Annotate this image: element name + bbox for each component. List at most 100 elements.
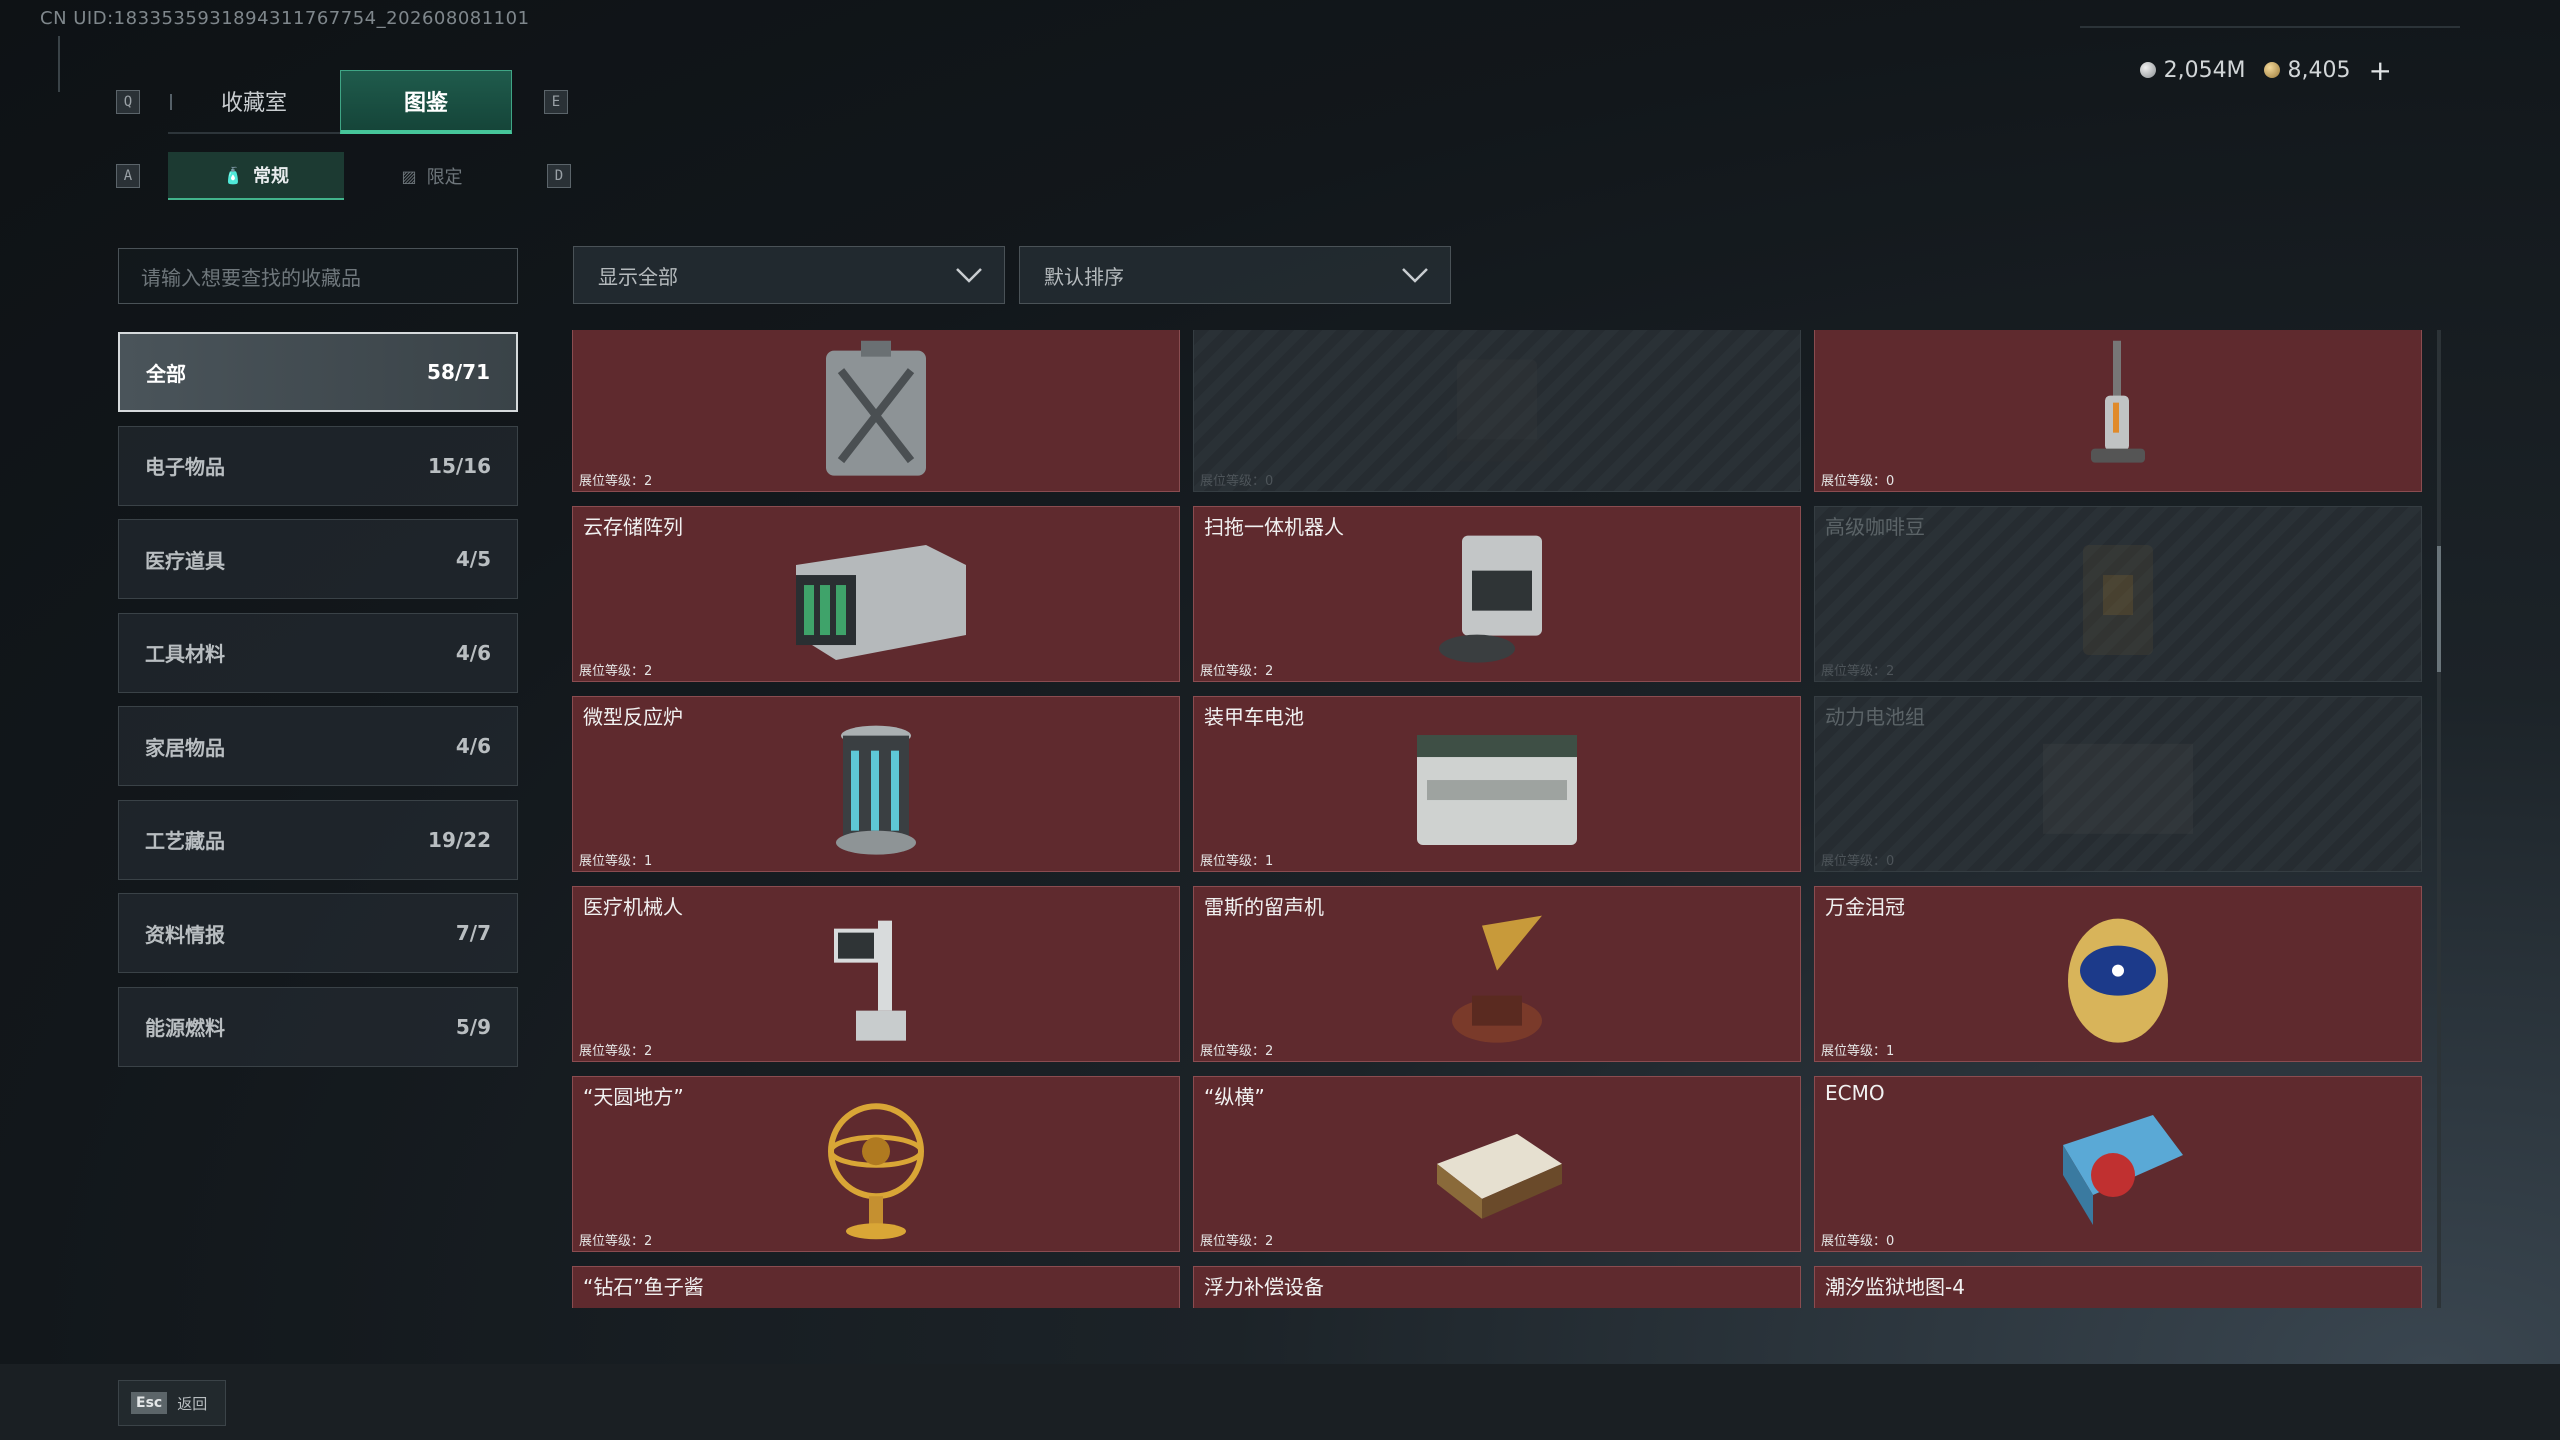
q-key-hint[interactable]: Q: [116, 90, 140, 114]
item-name: “钻石”鱼子酱: [583, 1275, 704, 1299]
ecmo-icon: [2043, 1105, 2193, 1239]
item-card[interactable]: 展位等级：2: [572, 330, 1180, 492]
a-key-hint[interactable]: A: [116, 164, 140, 188]
subtab-regular[interactable]: 🧴 常规: [168, 152, 344, 200]
item-display-level: 展位等级：0: [1821, 474, 1895, 489]
item-card[interactable]: ECMO 展位等级：0: [1814, 1076, 2422, 1252]
item-card[interactable]: 微型反应炉 展位等级：1: [572, 696, 1180, 872]
category-label: 医疗道具: [145, 548, 225, 573]
add-currency-button[interactable]: +: [2369, 54, 2392, 87]
scrollbar[interactable]: [2437, 330, 2441, 1308]
category-label: 资料情报: [145, 922, 225, 947]
item-card[interactable]: 云存储阵列展位等级：2: [572, 506, 1180, 682]
item-card[interactable]: 展位等级：0: [1814, 330, 2422, 492]
item-card[interactable]: 潮汐监狱地图-4: [1814, 1266, 2422, 1308]
chessboard-icon: [1427, 1114, 1567, 1228]
item-display-level: 展位等级：2: [1821, 664, 1895, 679]
item-display-level: 展位等级：2: [579, 1234, 653, 1249]
search-input[interactable]: 请输入想要查找的收藏品: [118, 248, 518, 304]
item-display-level: 展位等级：1: [579, 854, 653, 869]
category-crafts[interactable]: 工艺藏品 19/22: [118, 799, 518, 880]
category-label: 电子物品: [145, 455, 225, 479]
chevron-down-icon: [956, 268, 982, 283]
item-name: 万金泪冠: [1825, 895, 1905, 919]
item-display-level: 展位等级：2: [579, 474, 653, 489]
item-card[interactable]: 高级咖啡豆展位等级：2: [1814, 506, 2422, 682]
currency-bar: 2,054M 8,405 +: [2080, 52, 2460, 88]
gold-currency: 8,405: [2263, 58, 2351, 83]
item-display-level: 展位等级：0: [1200, 474, 1274, 489]
category-count: 4/5: [455, 547, 491, 571]
back-label: 返回: [177, 1394, 208, 1413]
item-name: 高级咖啡豆: [1825, 515, 1925, 539]
category-count: 7/7: [455, 921, 491, 945]
item-name: 云存储阵列: [583, 515, 683, 539]
item-card[interactable]: “纵横” 展位等级：2: [1193, 1076, 1801, 1252]
item-display-level: 展位等级：2: [579, 664, 653, 679]
category-household[interactable]: 家居物品 4/6: [118, 706, 518, 786]
item-name: 浮力补偿设备: [1204, 1275, 1324, 1299]
scrollbar-thumb[interactable]: [2437, 546, 2441, 672]
d-key-hint[interactable]: D: [547, 164, 571, 188]
item-display-level: 展位等级：2: [1200, 1044, 1274, 1059]
item-name: 动力电池组: [1825, 705, 1925, 729]
category-label: 全部: [146, 361, 186, 386]
category-count: 5/9: [455, 1014, 491, 1039]
battery-icon: [1407, 725, 1587, 859]
category-energy[interactable]: 能源燃料 5/9: [118, 986, 518, 1067]
tab-catalog[interactable]: 图鉴: [340, 70, 512, 134]
subtab-regular-label: 常规: [252, 166, 289, 187]
reactor-icon: [821, 721, 931, 865]
category-all[interactable]: 全部 58/71: [118, 332, 518, 412]
jeweled-egg-icon: [2058, 911, 2178, 1055]
sort-dropdown[interactable]: 默认排序: [1019, 246, 1451, 304]
item-name: “纵横”: [1204, 1085, 1265, 1109]
floor-washer-icon: [2083, 340, 2153, 485]
item-card[interactable]: 扫拖一体机器人 展位等级：2: [1193, 506, 1801, 682]
item-name: 医疗机械人: [583, 895, 683, 919]
item-card[interactable]: 动力电池组 展位等级：0: [1814, 696, 2422, 872]
category-count: 19/22: [428, 827, 491, 852]
item-display-level: 展位等级：2: [1200, 664, 1274, 679]
uid-label: CN UID:1833535931894311767754_2026080811…: [40, 8, 530, 29]
item-card[interactable]: 万金泪冠展位等级：1: [1814, 886, 2422, 1062]
category-electronics[interactable]: 电子物品 15/16: [118, 425, 518, 506]
item-card[interactable]: 装甲车电池展位等级：1: [1193, 696, 1801, 872]
tab-collection-room[interactable]: 收藏室: [168, 70, 340, 134]
e-key-hint[interactable]: E: [544, 90, 568, 114]
item-card[interactable]: 展位等级：0: [1193, 330, 1801, 492]
category-list: 全部 58/71 电子物品 15/16 医疗道具 4/5 工具材料 4/6 家居物品 4/…: [118, 332, 518, 1080]
back-button[interactable]: Esc 返回: [118, 1380, 226, 1426]
category-tools[interactable]: 工具材料 4/6: [118, 612, 518, 693]
item-card[interactable]: “天圆地方” 展位等级：2: [572, 1076, 1180, 1252]
filter-dropdown[interactable]: 显示全部: [573, 246, 1005, 304]
subtab-limited[interactable]: ▨ 限定: [344, 152, 520, 200]
armillary-sphere-icon: [821, 1096, 931, 1250]
medical-robot-icon: [826, 911, 926, 1055]
machine-icon: [1437, 349, 1557, 473]
item-display-level: 展位等级：1: [1821, 1044, 1895, 1059]
image-icon: ▨: [401, 166, 417, 186]
top-divider: [2080, 26, 2460, 28]
gold-coin-icon: [2263, 62, 2280, 78]
category-medical[interactable]: 医疗道具 4/5: [118, 519, 518, 599]
category-count: 15/16: [428, 453, 491, 478]
item-card[interactable]: 雷斯的留声机 展位等级：2: [1193, 886, 1801, 1062]
category-label: 能源燃料: [145, 1016, 225, 1040]
chevron-down-icon: [1402, 268, 1428, 283]
item-card[interactable]: “钻石”鱼子酱: [572, 1266, 1180, 1308]
silver-amount: 2,054M: [2163, 57, 2246, 83]
bottle-icon: 🧴: [223, 165, 243, 185]
battery-pack-icon: [2033, 734, 2203, 848]
item-card[interactable]: 浮力补偿设备: [1193, 1266, 1801, 1308]
item-display-level: 展位等级：2: [579, 1044, 653, 1059]
category-count: 4/6: [455, 640, 491, 665]
sort-dropdown-value: 默认排序: [1044, 264, 1124, 289]
item-display-level: 展位等级：1: [1200, 854, 1274, 869]
robot-vacuum-icon: [1437, 531, 1557, 675]
category-label: 工具材料: [145, 642, 225, 666]
category-intel[interactable]: 资料情报 7/7: [118, 893, 518, 973]
sub-tabs: 🧴 常规 ▨ 限定: [168, 152, 520, 200]
item-card[interactable]: 医疗机械人展位等级：2: [572, 886, 1180, 1062]
item-name: 装甲车电池: [1204, 705, 1304, 729]
